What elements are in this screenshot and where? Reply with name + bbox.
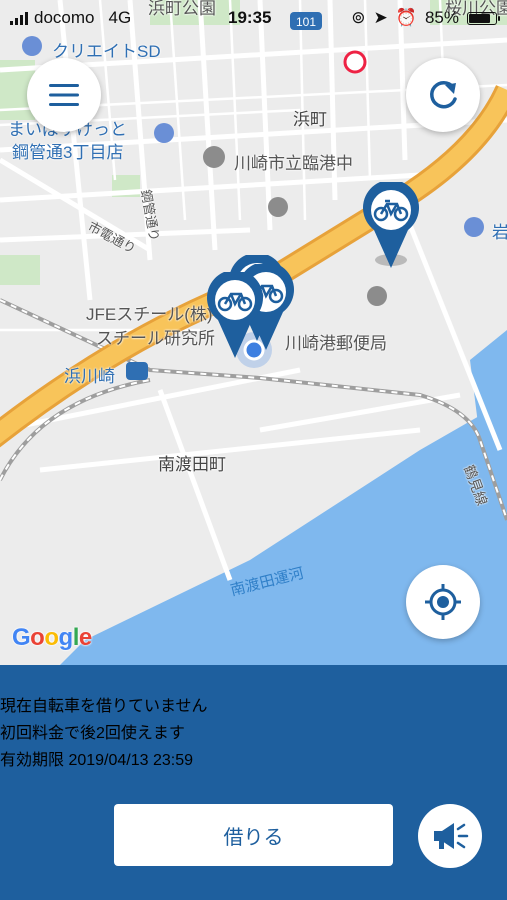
alarm-icon: ⏰: [395, 8, 417, 27]
battery-percent: 85%: [424, 8, 459, 27]
label-school: 川崎市立臨港中: [234, 154, 353, 173]
rental-status-text: 現在自転車を借りていません: [0, 698, 208, 715]
clock: 19:35: [228, 8, 272, 27]
school-poi-icon: [203, 146, 225, 168]
megaphone-icon: [434, 823, 469, 849]
label-jfe-1: JFEスチール(株): [86, 305, 213, 324]
shop-poi-icon-2: [154, 123, 174, 143]
location-arrow-icon: ➤: [373, 8, 388, 27]
rent-button[interactable]: 借りる: [114, 804, 393, 866]
signal-strength-icon: [10, 11, 28, 25]
lock-rotation-icon: ⊚: [351, 8, 366, 27]
bike-station-pin[interactable]: [360, 182, 422, 272]
bike-station-pin-4[interactable]: [204, 272, 266, 362]
shop-poi-icon: [22, 36, 42, 56]
label-hamakawasaki-station: 浜川崎: [64, 367, 115, 386]
crosshair-location-icon: [425, 584, 461, 620]
label-shop-b: 鋼管通3丁目店: [12, 143, 124, 162]
shop-poi-icon-3: [464, 217, 484, 237]
remaining-uses-text: 初回料金で後2回使えます: [0, 725, 185, 742]
refresh-icon: [430, 80, 457, 109]
menu-button[interactable]: [27, 58, 101, 132]
carrier-name: docomo: [34, 8, 95, 27]
google-logo: Google: [12, 624, 92, 651]
network-type: 4G: [108, 8, 132, 27]
label-jfe-2: スチール研究所: [96, 329, 215, 348]
convenience-store-icon: [343, 50, 367, 74]
hamburger-menu-icon: [49, 84, 79, 106]
post-office-icon: [367, 286, 387, 306]
label-post-office: 川崎港郵便局: [285, 334, 387, 353]
label-hamacho: 浜町: [293, 110, 327, 129]
refresh-button[interactable]: [406, 58, 480, 132]
expiry-text: 有効期限 2019/04/13 23:59: [0, 752, 194, 769]
label-minamiwatarida: 南渡田町: [158, 455, 226, 474]
label-iwa: 岩: [492, 223, 507, 242]
battery-icon: [467, 11, 500, 25]
poi-icon-3: [268, 197, 288, 217]
station-icon: [126, 362, 148, 380]
status-bar: docomo 4G 19:35 ⊚ ➤ ⏰ 85%: [0, 0, 507, 36]
rent-button-label: 借りる: [223, 826, 284, 849]
locate-me-button[interactable]: [406, 565, 480, 639]
map-view[interactable]: 101 浜町公園 桜川公園 クリエイトSD まいばすけっと 鋼管通3丁目店 浜町…: [0, 0, 507, 665]
announcement-button[interactable]: [418, 804, 482, 868]
